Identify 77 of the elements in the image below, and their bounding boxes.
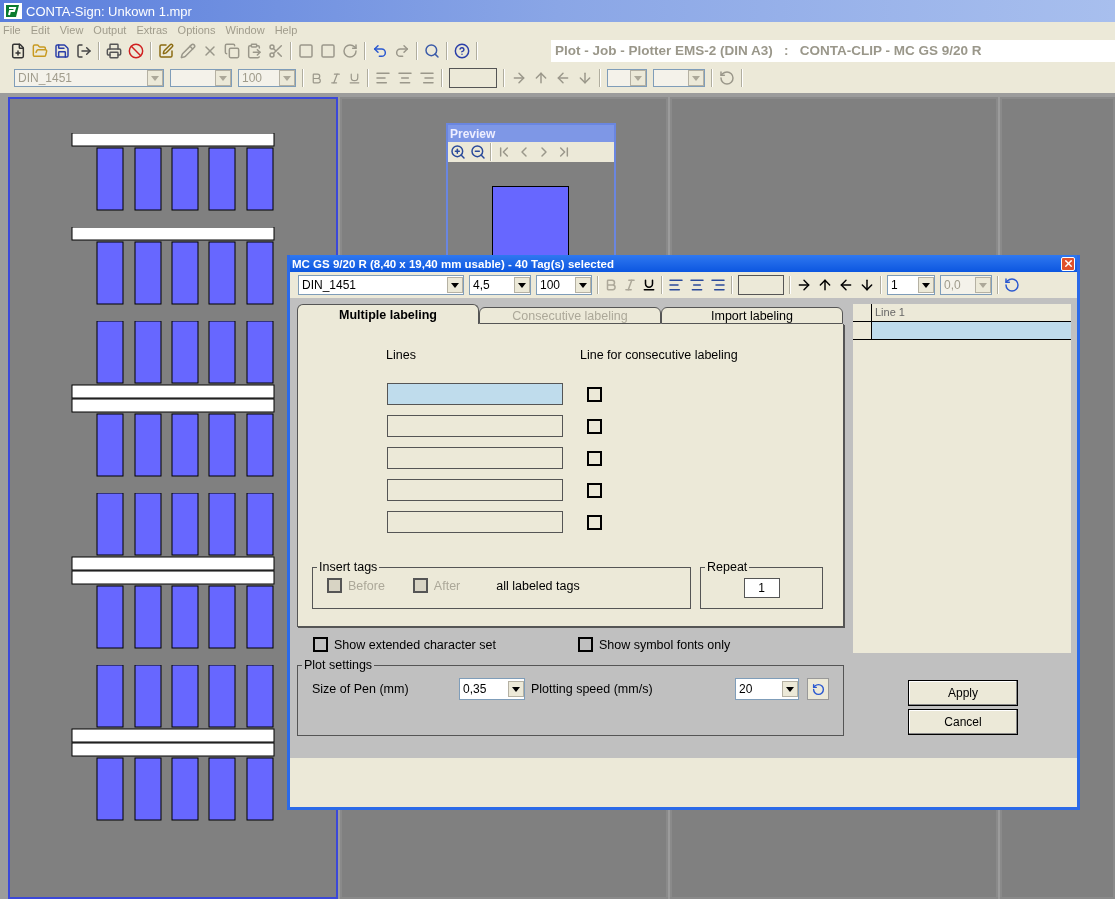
caret-icon: [514, 277, 530, 293]
zoom-out-icon[interactable]: [470, 144, 486, 161]
checkbox[interactable]: [587, 418, 602, 434]
align-left-icon[interactable]: [668, 277, 684, 293]
window-title: CONTA-Sign: Unkown 1.mpr: [26, 3, 192, 19]
pen-size-combo[interactable]: 0,35: [459, 678, 525, 700]
tab[interactable]: Multiple labeling: [297, 304, 479, 324]
scale-combo[interactable]: 100: [536, 275, 592, 295]
arrow-down-icon[interactable]: [859, 277, 875, 293]
caret-icon: [688, 70, 704, 86]
caret-icon: [279, 70, 295, 86]
group-label: Insert tags: [318, 560, 379, 574]
lines-label: Lines: [386, 348, 417, 362]
consecutive-label: Line for consecutive labeling: [580, 348, 739, 362]
tab[interactable]: Import labeling: [661, 307, 843, 324]
group-label: Repeat: [706, 560, 749, 574]
color-field[interactable]: [738, 275, 784, 295]
checkbox-label: After: [433, 578, 461, 593]
caret-icon: [215, 70, 231, 86]
refresh-icon: [811, 682, 825, 696]
stop-icon[interactable]: [128, 42, 144, 59]
group-label: Plot settings: [303, 658, 374, 672]
caret-icon: [782, 681, 798, 697]
pen-size-label: Size of Pen (mm): [312, 682, 410, 696]
size-combo[interactable]: 4,5: [469, 275, 531, 295]
checkbox[interactable]: [587, 514, 602, 530]
caret-icon: [447, 277, 463, 293]
caret-icon: [575, 277, 591, 293]
checkbox[interactable]: [313, 637, 328, 652]
checkbox[interactable]: [587, 482, 602, 498]
reset-button[interactable]: [807, 678, 829, 700]
checkbox-label: Before: [348, 578, 385, 593]
caret-icon: [147, 70, 163, 86]
color-field[interactable]: [449, 68, 497, 88]
edit-icon[interactable]: [158, 42, 174, 59]
new-file-icon[interactable]: [10, 42, 26, 59]
caret-icon: [975, 277, 991, 293]
refresh-icon[interactable]: [1004, 277, 1020, 293]
zoom-in-icon[interactable]: [450, 144, 466, 161]
line-input[interactable]: [387, 447, 563, 469]
line-combo[interactable]: 1: [887, 275, 935, 295]
save-icon[interactable]: [54, 42, 70, 59]
job-info-field: Plot - Job - Plotter EMS-2 (DIN A3) : CONTA-CLIP - MC GS 9/20 R: [551, 39, 1115, 62]
checkbox-label: Show extended character set: [334, 637, 496, 652]
line-input[interactable]: [387, 415, 563, 437]
underline-icon[interactable]: [642, 278, 656, 292]
arrow-up-icon[interactable]: [817, 277, 833, 293]
close-icon: [1062, 258, 1074, 269]
checkbox[interactable]: [577, 637, 593, 652]
dialog-button[interactable]: Apply: [908, 680, 1018, 706]
line-input[interactable]: [387, 479, 563, 501]
checkbox-label: Show symbol fonts only: [598, 637, 731, 652]
align-right-icon[interactable]: [710, 277, 726, 293]
align-center-icon[interactable]: [689, 277, 705, 293]
close-button[interactable]: [1061, 256, 1075, 271]
checkbox[interactable]: [587, 450, 602, 466]
printer-icon[interactable]: [106, 42, 122, 59]
font-combo[interactable]: DIN_1451: [298, 275, 464, 295]
exit-icon[interactable]: [76, 42, 92, 59]
repeat-input[interactable]: 1: [743, 578, 780, 598]
caret-icon: [918, 277, 934, 293]
plotting-speed-combo[interactable]: 20: [735, 678, 799, 700]
line-input[interactable]: [387, 511, 563, 533]
table-cell[interactable]: [872, 322, 1071, 339]
line-input[interactable]: [387, 383, 563, 405]
dialog-title: MC GS 9/20 R (8,40 x 19,40 mm usable) - 40 Tag(s) selected: [292, 257, 614, 270]
dialog-button[interactable]: Cancel: [908, 709, 1018, 735]
insert-tags-text: all labeled tags: [496, 578, 580, 593]
search-icon[interactable]: [424, 42, 440, 59]
checkbox[interactable]: [587, 386, 602, 402]
undo-icon[interactable]: [372, 42, 388, 59]
preview-title: Preview: [448, 125, 614, 143]
plotting-speed-label: Plotting speed (mm/s): [531, 682, 654, 696]
caret-icon: [508, 681, 524, 697]
help-icon[interactable]: [454, 42, 470, 59]
app-logo-icon: [4, 3, 22, 19]
caret-icon: [630, 70, 646, 86]
